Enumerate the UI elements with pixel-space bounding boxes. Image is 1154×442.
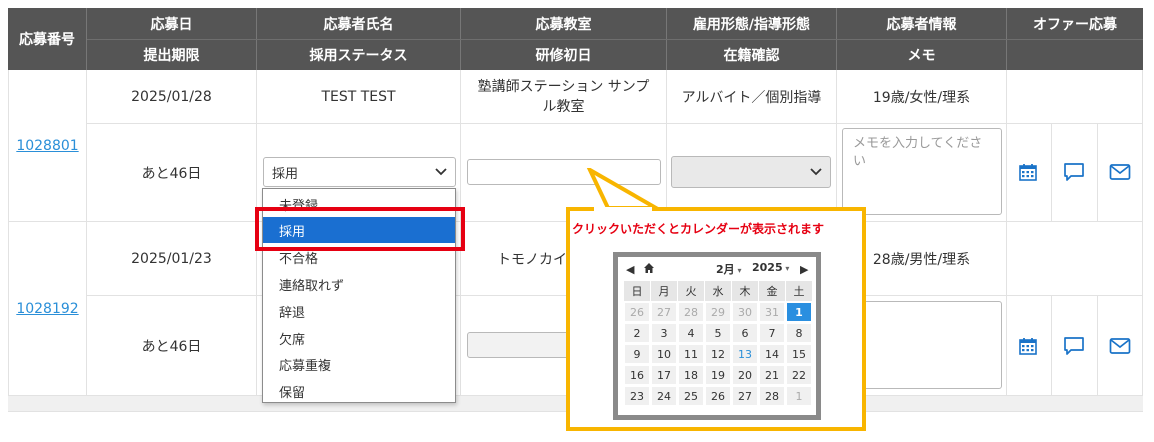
calendar-day[interactable]: 7 xyxy=(759,323,785,343)
calendar-day[interactable]: 19 xyxy=(705,365,731,385)
calendar-day[interactable]: 27 xyxy=(651,302,677,322)
calendar-day[interactable]: 29 xyxy=(705,302,731,322)
header-applicant-name: 応募者氏名 xyxy=(257,8,461,39)
enrollment-select[interactable] xyxy=(671,156,831,188)
calendar-day[interactable]: 27 xyxy=(732,386,758,406)
calendar-day[interactable]: 22 xyxy=(786,365,812,385)
mail-icon[interactable] xyxy=(1109,163,1131,181)
calendar-day[interactable]: 15 xyxy=(786,344,812,364)
calendar-popup: ◀ 2月 ▾ 2025 ▾ ▶ 日月火水木金土 26 27 28 29 30 31 1 2 3 4… xyxy=(613,252,821,420)
header-classroom: 応募教室 xyxy=(461,8,667,39)
row1-deadline: あと46日 xyxy=(87,124,257,222)
calendar-day[interactable]: 10 xyxy=(651,344,677,364)
row1-applicant-info: 19歳/女性/理系 xyxy=(837,70,1007,124)
memo-textarea-2[interactable]: s xyxy=(842,301,1002,389)
calendar-weekday: 水 xyxy=(705,281,731,301)
row1-classroom: 塾講師ステーション サンプル教室 xyxy=(461,70,667,124)
calendar-day[interactable]: 28 xyxy=(759,386,785,406)
calendar-home-icon[interactable] xyxy=(642,260,656,279)
header-offer: オファー応募 xyxy=(1007,8,1143,39)
calendar-day[interactable]: 21 xyxy=(759,365,785,385)
calendar-day[interactable]: 16 xyxy=(624,365,650,385)
chat-icon[interactable] xyxy=(1063,336,1085,356)
row1-name: TEST TEST xyxy=(257,70,461,124)
header-enrollment-check: 在籍確認 xyxy=(667,40,837,70)
calendar-day[interactable]: 18 xyxy=(678,365,704,385)
calendar-day[interactable]: 8 xyxy=(786,323,812,343)
calendar-day-selected[interactable]: 1 xyxy=(786,302,812,322)
calendar-next-button[interactable]: ▶ xyxy=(800,263,808,276)
chat-icon[interactable] xyxy=(1063,162,1085,182)
calendar-day[interactable]: 30 xyxy=(732,302,758,322)
calendar-prev-button[interactable]: ◀ xyxy=(626,263,634,276)
application-number-link[interactable]: 1028192 xyxy=(16,301,78,317)
selected-option-highlight xyxy=(255,207,465,251)
header-deadline: 提出期限 xyxy=(87,40,257,70)
header-offer-blank xyxy=(1007,40,1143,70)
calendar-day[interactable]: 6 xyxy=(732,323,758,343)
calendar-day[interactable]: 14 xyxy=(759,344,785,364)
row2-offer-top xyxy=(1007,222,1143,296)
calendar-day[interactable]: 17 xyxy=(651,365,677,385)
status-option[interactable]: 連絡取れず xyxy=(263,271,455,297)
header-status: 採用ステータス xyxy=(257,40,461,70)
row2-date: 2025/01/23 xyxy=(87,222,257,296)
calendar-day[interactable]: 24 xyxy=(651,386,677,406)
calendar-day[interactable]: 20 xyxy=(732,365,758,385)
callout-text: クリックいただくとカレンダーが表示されます xyxy=(572,222,825,236)
calendar-day[interactable]: 9 xyxy=(624,344,650,364)
chevron-down-icon xyxy=(810,168,822,176)
header-employment: 雇用形態/指導形態 xyxy=(667,8,837,39)
status-option[interactable]: 保留 xyxy=(263,378,455,402)
calendar-grid: 日月火水木金土 26 27 28 29 30 31 1 2 3 4 5 6 7 8 9 10 11 12 13 14 1… xyxy=(624,281,813,407)
header-applicant-info: 応募者情報 xyxy=(837,8,1007,39)
calendar-day[interactable]: 2 xyxy=(624,323,650,343)
header-memo: メモ xyxy=(837,40,1007,70)
mail-icon[interactable] xyxy=(1109,337,1131,355)
calendar-weekday: 火 xyxy=(678,281,704,301)
calendar-day[interactable]: 12 xyxy=(705,344,731,364)
calendar-day[interactable]: 28 xyxy=(678,302,704,322)
calendar-weekday: 木 xyxy=(732,281,758,301)
row1-id-cell: 1028801 xyxy=(8,70,87,222)
status-option[interactable]: 応募重複 xyxy=(263,351,455,377)
calendar-day[interactable]: 3 xyxy=(651,323,677,343)
status-select[interactable]: 採用 xyxy=(263,157,456,187)
row2-deadline: あと46日 xyxy=(87,296,257,396)
status-option[interactable]: 欠席 xyxy=(263,325,455,351)
memo-textarea[interactable]: メモを入力してください xyxy=(842,128,1002,215)
calendar-day[interactable]: 31 xyxy=(759,302,785,322)
row1-employment: アルバイト／個別指導 xyxy=(667,70,837,124)
calendar-weekday: 金 xyxy=(759,281,785,301)
calendar-day[interactable]: 4 xyxy=(678,323,704,343)
calendar-day[interactable]: 23 xyxy=(624,386,650,406)
calendar-day[interactable]: 5 xyxy=(705,323,731,343)
header-training-day: 研修初日 xyxy=(461,40,667,70)
calendar-weekday: 土 xyxy=(786,281,812,301)
calendar-day-today[interactable]: 13 xyxy=(732,344,758,364)
calendar-weekday: 日 xyxy=(624,281,650,301)
application-number-link[interactable]: 1028801 xyxy=(16,138,78,154)
header-app-no: 応募番号 xyxy=(8,8,87,70)
header-apply-date: 応募日 xyxy=(87,8,257,39)
row1-offer-top xyxy=(1007,70,1143,124)
calendar-day[interactable]: 25 xyxy=(678,386,704,406)
calendar-weekday: 月 xyxy=(651,281,677,301)
calendar-day[interactable]: 26 xyxy=(705,386,731,406)
status-option[interactable]: 辞退 xyxy=(263,298,455,324)
row2-id-cell: 1028192 xyxy=(8,222,87,396)
calendar-year-select[interactable]: 2025 ▾ xyxy=(752,261,789,274)
calendar-day[interactable]: 1 xyxy=(786,386,812,406)
calendar-icon[interactable] xyxy=(1018,162,1038,182)
calendar-month-select[interactable]: 2月 ▾ xyxy=(716,261,741,277)
callout-pointer-cover xyxy=(594,207,652,211)
status-select-value: 採用 xyxy=(272,166,299,182)
calendar-day[interactable]: 26 xyxy=(624,302,650,322)
calendar-icon[interactable] xyxy=(1018,336,1038,356)
calendar-day[interactable]: 11 xyxy=(678,344,704,364)
row1-date: 2025/01/28 xyxy=(87,70,257,124)
chevron-down-icon xyxy=(435,168,447,176)
